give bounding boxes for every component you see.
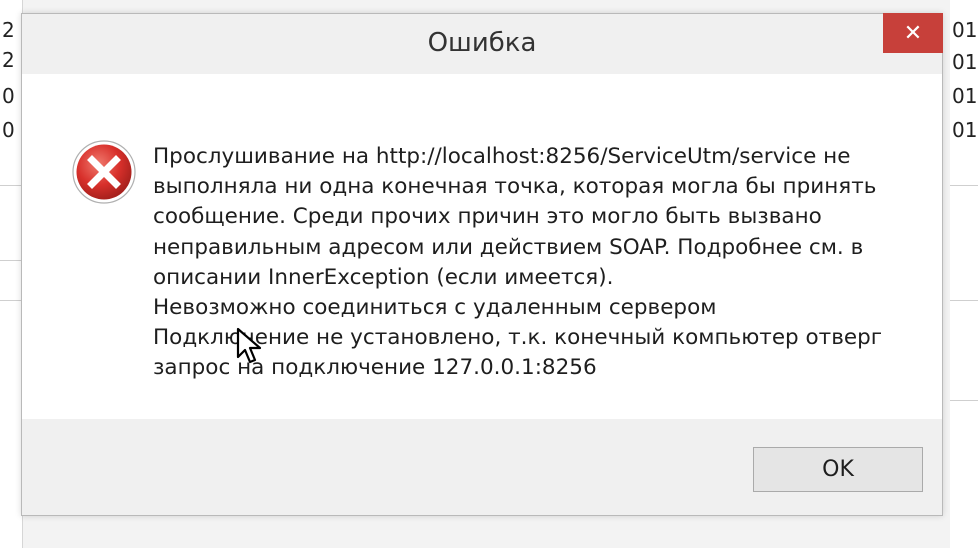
mouse-cursor-icon xyxy=(236,327,262,364)
background-divider xyxy=(0,260,22,261)
error-message: Прослушивание на http://localhost:8256/S… xyxy=(153,142,913,384)
message-line: неправильным адресом или действием SOAP.… xyxy=(153,234,864,260)
dialog-titlebar[interactable]: Ошибка ✕ xyxy=(22,13,943,74)
background-cell: 0 xyxy=(2,118,15,142)
background-cell: 01 xyxy=(952,84,978,108)
ok-button[interactable]: OK xyxy=(753,447,923,492)
background-cell: 2 xyxy=(2,48,15,72)
background-divider xyxy=(950,300,978,301)
background-cell: 2 xyxy=(2,18,15,42)
dialog-content: Прослушивание на http://localhost:8256/S… xyxy=(22,74,942,419)
background-cell: 01 xyxy=(952,18,978,42)
background-right-column: 01 01 01 01 xyxy=(950,0,978,548)
close-icon: ✕ xyxy=(903,20,923,46)
message-line: запрос на подключение 127.0.0.1:8256 xyxy=(153,355,597,381)
background-divider xyxy=(950,400,978,401)
message-line: описании InnerException (если имеется). xyxy=(153,264,614,290)
close-button[interactable]: ✕ xyxy=(883,13,943,53)
error-dialog: Ошибка ✕ Прослушивание на http://localho… xyxy=(21,13,943,516)
background-cell: 01 xyxy=(952,118,978,142)
background-left-column: 2 2 0 0 xyxy=(0,0,23,548)
background-divider xyxy=(0,185,22,186)
message-line: Подключение не установлено, т.к. конечны… xyxy=(153,325,883,351)
message-line: выполняла ни одна конечная точка, котора… xyxy=(153,174,877,200)
dialog-title: Ошибка xyxy=(427,28,537,58)
message-line: Невозможно соединиться с удаленным серве… xyxy=(153,294,717,320)
error-icon xyxy=(72,140,136,204)
message-line: сообщение. Среди прочих причин это могло… xyxy=(153,204,822,230)
message-line: Прослушивание на http://localhost:8256/S… xyxy=(153,144,851,169)
background-divider xyxy=(950,185,978,186)
background-cell: 01 xyxy=(952,50,978,74)
background-cell: 0 xyxy=(2,84,15,108)
background-divider xyxy=(0,300,22,301)
